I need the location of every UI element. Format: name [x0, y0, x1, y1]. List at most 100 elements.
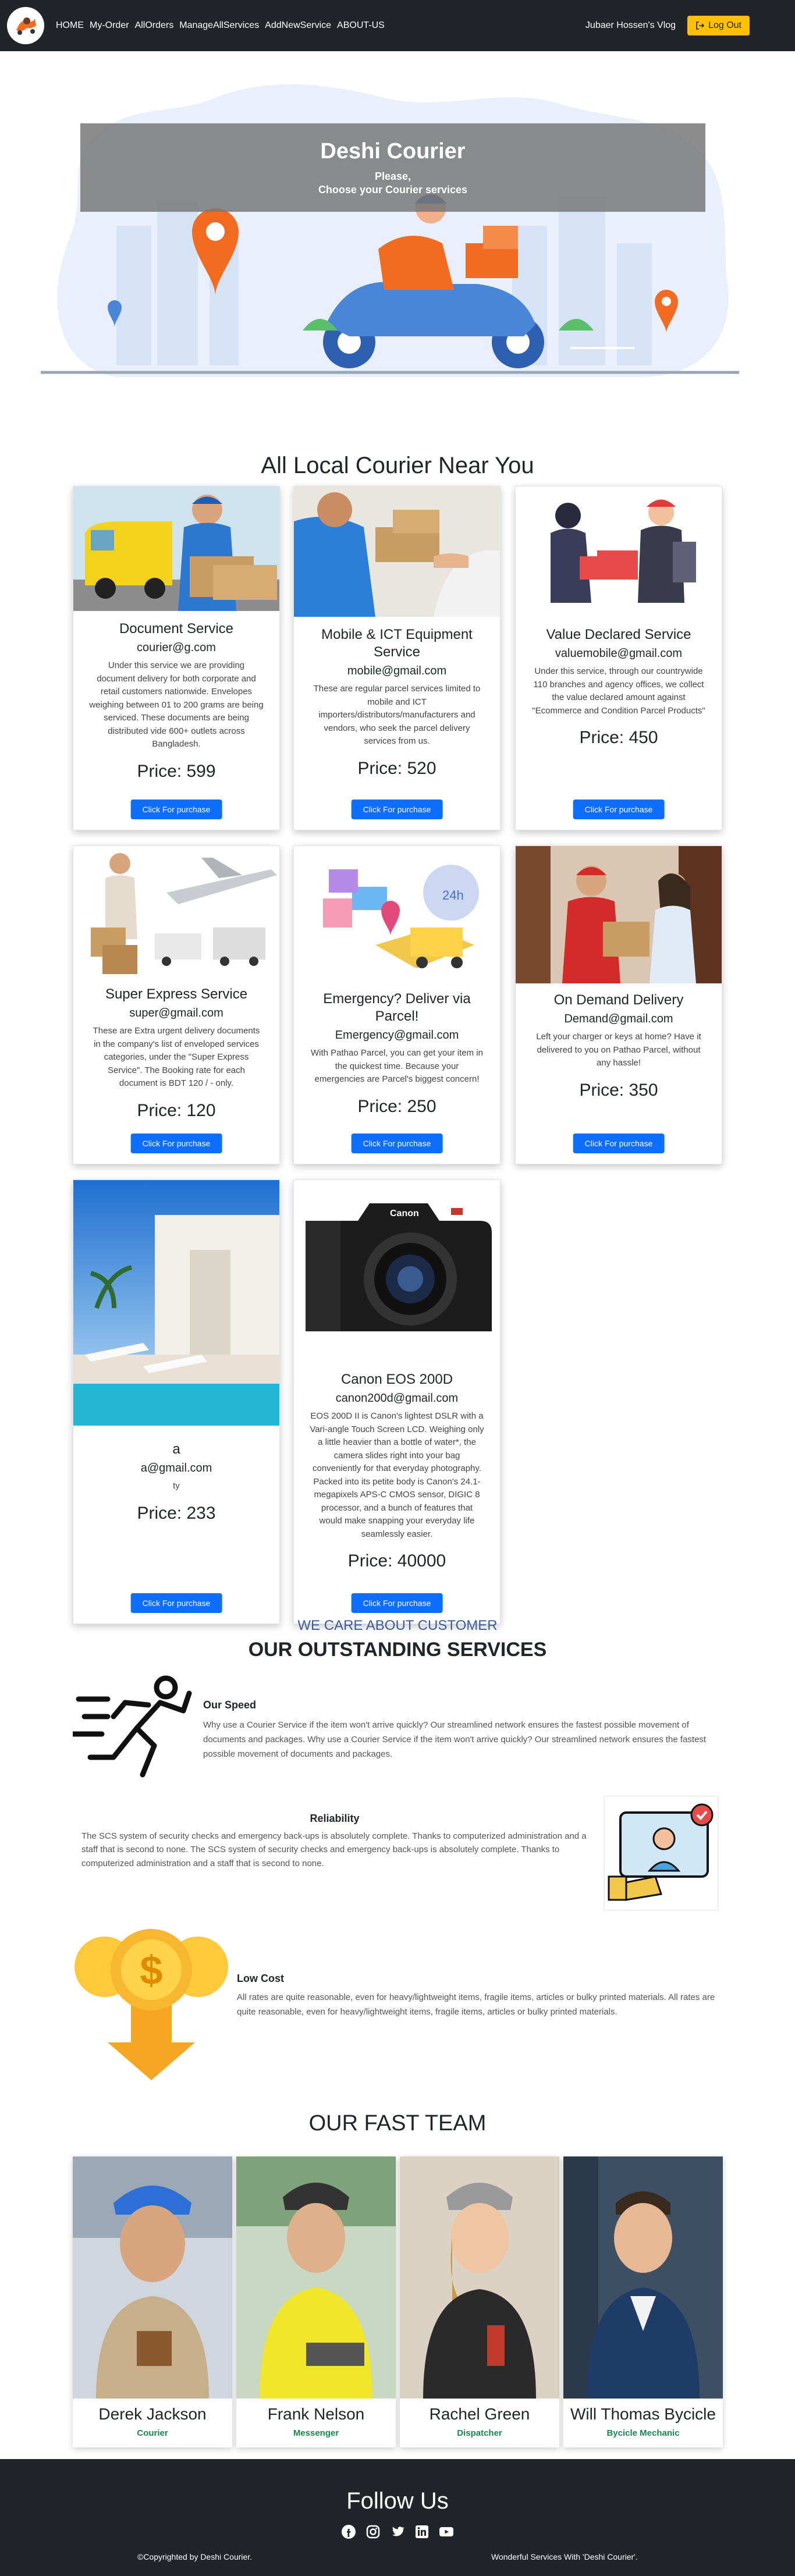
service-card: Document Service courier@g.com Under thi… — [73, 486, 280, 830]
feature-speed: Our Speed Why use a Courier Service if t… — [73, 1670, 722, 1786]
service-description: Under this service, through our countryw… — [532, 666, 705, 716]
team-member-role: Bycicle Mechanic — [606, 2428, 680, 2438]
twitter-icon[interactable] — [389, 2523, 406, 2541]
service-email: valuemobile@gmail.com — [555, 647, 683, 660]
hero-title: Deshi Courier — [320, 139, 466, 164]
service-email: super@gmail.com — [129, 1007, 223, 1019]
service-description: Left your charger or keys at home? Have … — [536, 1032, 701, 1068]
brand-logo[interactable] — [7, 7, 44, 44]
purchase-button[interactable]: Click For purchase — [130, 800, 222, 819]
service-name: On Demand Delivery — [553, 992, 684, 1008]
hero-banner: Deshi Courier Please, Choose your Courie… — [80, 123, 705, 212]
service-image — [73, 1180, 279, 1426]
feature-text: Why use a Courier Service if the item wo… — [203, 1720, 707, 1759]
hero-section: Deshi Courier Please, Choose your Courie… — [0, 51, 795, 389]
service-email: a@gmail.com — [140, 1462, 212, 1474]
nav-all-orders[interactable]: AllOrders — [135, 20, 174, 31]
team-member-role: Messenger — [293, 2428, 339, 2438]
team-title: OUR FAST TEAM — [308, 2111, 487, 2136]
linkedin-icon[interactable] — [413, 2523, 431, 2541]
sign-out-icon — [696, 22, 705, 30]
nav-my-order[interactable]: My-Order — [90, 20, 129, 31]
dispatcher-portrait-photo — [400, 2156, 559, 2399]
svg-text:Canon: Canon — [390, 1209, 419, 1218]
service-name: Canon EOS 200D — [340, 1372, 453, 1387]
team-member-role: Dispatcher — [457, 2428, 502, 2438]
service-card: Value Declared Service valuemobile@gmail… — [515, 486, 722, 830]
nav-links: HOME My-Order AllOrders ManageAllService… — [56, 20, 385, 31]
hero-subtitle-1: Please, — [374, 170, 411, 182]
feature-text: All rates are quite reasonable, even for… — [237, 1992, 715, 2017]
instagram-icon[interactable] — [364, 2523, 382, 2541]
service-image — [516, 486, 722, 618]
nav-add-new-service[interactable]: AddNewService — [265, 20, 331, 31]
courier-scooter-illustration — [41, 84, 739, 377]
user-name: Jubaer Hossen's Vlog — [585, 20, 676, 30]
service-name: Document Service — [119, 621, 234, 637]
nav-home[interactable]: HOME — [56, 20, 84, 31]
facebook-icon[interactable] — [340, 2523, 357, 2541]
team-member-name: Will Thomas Bycicle — [570, 2405, 716, 2423]
service-name: Mobile & ICT Equipment Service — [321, 627, 473, 660]
team-member-card: Derek Jackson Courier — [73, 2156, 232, 2447]
team-member-role: Courier — [137, 2428, 168, 2438]
service-description: ty — [173, 1481, 180, 1491]
service-description: With Pathao Parcel, you can get your ite… — [311, 1048, 483, 1084]
site-footer: Follow Us ©Copyrighted by Deshi Courier.… — [0, 2459, 795, 2576]
purchase-button[interactable]: Click For purchase — [351, 1593, 443, 1613]
svg-text:$: $ — [140, 1948, 163, 1993]
parcel-handover-photo — [294, 486, 500, 617]
coin-down-arrow-icon: $ — [74, 1929, 228, 2080]
purchase-button[interactable]: Click For purchase — [351, 1134, 443, 1153]
service-price: Price: 450 — [579, 728, 658, 747]
service-price: Price: 350 — [579, 1080, 658, 1100]
service-image: 24h — [294, 846, 500, 985]
logout-label: Log Out — [708, 20, 741, 30]
team-member-card: Will Thomas Bycicle Bycicle Mechanic — [563, 2156, 723, 2447]
social-links — [0, 2523, 795, 2541]
team-member-card: Frank Nelson Messenger — [236, 2156, 396, 2447]
service-card: Mobile & ICT Equipment Service mobile@gm… — [293, 486, 501, 830]
messenger-portrait-photo — [236, 2156, 396, 2399]
why-title: OUR OUTSTANDING SERVICES — [248, 1639, 547, 1661]
team-member-name: Derek Jackson — [98, 2405, 207, 2423]
courier-portrait-photo — [73, 2156, 232, 2399]
service-image — [294, 486, 500, 617]
reliability-support-icon — [604, 1796, 719, 1911]
service-email: Emergency@gmail.com — [335, 1029, 459, 1042]
service-price: Price: 233 — [137, 1503, 216, 1523]
service-image — [516, 846, 722, 983]
nav-about-us[interactable]: ABOUT-US — [337, 20, 385, 31]
service-name: Emergency? Deliver via Parcel! — [323, 991, 471, 1024]
courier-illustration — [516, 486, 722, 618]
emergency-parcel-illustration: 24h — [294, 846, 500, 985]
feature-text: The SCS system of security checks and em… — [81, 1831, 587, 1868]
logout-button[interactable]: Log Out — [687, 16, 750, 35]
team-member-name: Frank Nelson — [267, 2405, 365, 2423]
why-kicker: WE CARE ABOUT CUSTOMER — [297, 1618, 498, 1633]
service-price: Price: 520 — [357, 758, 436, 778]
service-description: EOS 200D II is Canon's lightest DSLR wit… — [310, 1411, 484, 1539]
footer-tagline: Wonderful Services With 'Deshi Courier'. — [491, 2552, 638, 2561]
nav-manage-all-services[interactable]: ManageAllServices — [179, 20, 259, 31]
service-image — [73, 846, 279, 978]
services-grid: Document Service courier@g.com Under thi… — [0, 479, 795, 1689]
feature-low-cost: $ Low Cost All rates are quite reasonabl… — [73, 1926, 722, 2089]
service-price: Price: 250 — [357, 1096, 436, 1116]
purchase-button[interactable]: Click For purchase — [573, 1134, 665, 1153]
delivery-van-photo — [73, 486, 279, 611]
purchase-button[interactable]: Click For purchase — [130, 1134, 222, 1153]
purchase-button[interactable]: Click For purchase — [351, 800, 443, 819]
courier-logo-icon — [10, 10, 41, 41]
purchase-button[interactable]: Click For purchase — [130, 1593, 222, 1613]
purchase-button[interactable]: Click For purchase — [573, 800, 665, 819]
follow-us-title: Follow Us — [346, 2488, 449, 2514]
service-card: Super Express Service super@gmail.com Th… — [73, 845, 280, 1164]
feature-title: Low Cost — [237, 1973, 284, 1984]
service-description: Under this service we are providing docu… — [89, 660, 264, 749]
service-price: Price: 120 — [137, 1100, 216, 1120]
svg-text:24h: 24h — [442, 888, 464, 903]
bicycle-mechanic-portrait-photo — [563, 2156, 723, 2399]
youtube-icon[interactable] — [438, 2523, 455, 2541]
hero-subtitle-2: Choose your Courier services — [318, 183, 468, 196]
